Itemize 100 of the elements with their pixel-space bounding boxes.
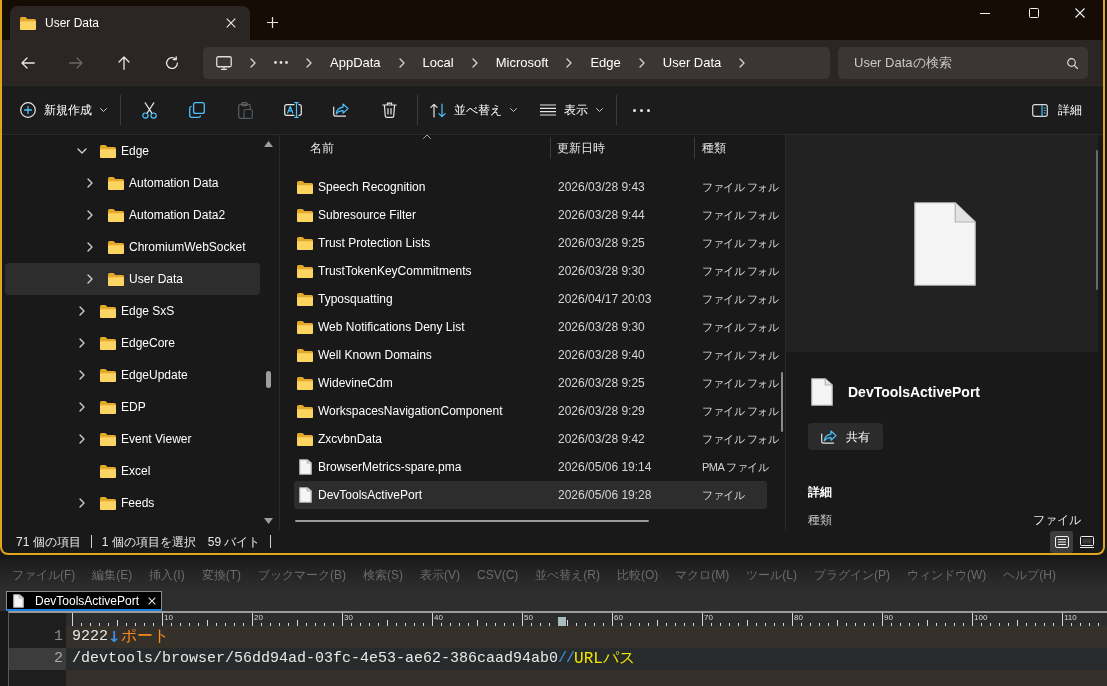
line-number: 2 [9, 648, 66, 670]
ruler-number: 60 [614, 613, 623, 622]
tree-item[interactable]: Event Viewer [74, 423, 192, 455]
chevron-right-icon[interactable] [79, 370, 85, 380]
chevron-right-icon[interactable] [306, 57, 312, 68]
chevron-right-icon[interactable] [79, 434, 85, 444]
folder-icon [20, 16, 36, 30]
close-icon[interactable] [1075, 8, 1085, 18]
chevron-right-icon[interactable] [638, 57, 645, 68]
file-name[interactable]: Well Known Domains [318, 346, 432, 364]
file-name[interactable]: WidevineCdm [318, 374, 393, 392]
close-icon[interactable] [226, 18, 236, 28]
rename-icon[interactable] [284, 102, 302, 118]
details-pane-button[interactable]: 詳細 [1024, 94, 1090, 126]
chevron-right-icon[interactable] [87, 274, 93, 284]
plus-icon[interactable] [267, 17, 278, 28]
folder-icon [100, 400, 116, 414]
folder-icon [100, 304, 116, 318]
chevron-down-icon[interactable] [77, 148, 87, 154]
share-button[interactable]: 共有 [808, 423, 883, 450]
column-header[interactable]: 更新日時 [551, 136, 695, 159]
share-icon[interactable] [821, 429, 837, 444]
scrollbar-thumb[interactable] [295, 520, 649, 522]
file-title: DevToolsActivePort [848, 382, 980, 402]
editor-tab[interactable]: DevToolsActivePort [6, 591, 163, 611]
chevron-right-icon[interactable] [471, 57, 478, 68]
file-name[interactable]: Web Notifications Deny List [318, 318, 465, 336]
chevron-right-icon[interactable] [87, 178, 93, 188]
chevron-right-icon[interactable] [566, 57, 573, 68]
breadcrumb-item[interactable]: AppData [330, 52, 381, 73]
view-button[interactable]: 表示 [532, 94, 612, 126]
file-type: ファイル フォル [702, 321, 779, 333]
file-name[interactable]: BrowserMetrics-spare.pma [318, 458, 462, 476]
chevron-right-icon[interactable] [79, 306, 85, 316]
tree-item[interactable]: EdgeCore [74, 327, 176, 359]
tree-item[interactable]: Excel [74, 455, 151, 487]
file-name[interactable]: Typosquatting [318, 290, 393, 308]
scroll-down-arrow-icon[interactable] [264, 518, 273, 524]
refresh-icon[interactable] [165, 55, 179, 70]
chevron-right-icon[interactable] [79, 498, 85, 508]
column-header[interactable]: 名前 [294, 136, 551, 159]
tree-item[interactable]: Edge SxS [74, 295, 175, 327]
ellipsis-icon[interactable] [274, 61, 288, 64]
sort-button[interactable]: 並べ替え [422, 94, 526, 126]
tree-item[interactable]: EdgeUpdate [74, 359, 188, 391]
chevron-right-icon[interactable] [250, 57, 256, 68]
scissors-icon[interactable] [141, 101, 157, 119]
share-icon[interactable] [333, 103, 349, 117]
chevron-right-icon[interactable] [87, 210, 93, 220]
tree-item[interactable]: ChromiumWebSocket [82, 231, 246, 263]
tree-item[interactable]: Edge [74, 135, 150, 167]
text-area[interactable]: 10 20 30 40 50 60 70 80 90 100 110 9222↓ポート /devtools/browser/56dd94ad-03fc-4e53-ae62-386caad94ab0//URLパス [66, 613, 1107, 686]
scroll-up-arrow-icon[interactable] [264, 141, 273, 147]
breadcrumb-item[interactable]: User Data [662, 52, 722, 73]
close-icon[interactable] [148, 596, 157, 605]
code-text: /devtools/browser/56dd94ad-03fc-4e53-ae62-386caad94ab0 [72, 649, 559, 669]
chevron-right-icon[interactable] [739, 57, 746, 68]
file-icon [298, 459, 312, 475]
column-header[interactable]: 種類 [695, 136, 765, 159]
maximize-icon[interactable] [1029, 8, 1039, 18]
more-icon[interactable] [632, 108, 650, 112]
tree-item[interactable]: User Data [5, 263, 260, 295]
copy-icon[interactable] [189, 102, 205, 118]
scrollbar-thumb[interactable] [266, 371, 271, 388]
file-name[interactable]: Speech Recognition [318, 178, 426, 196]
file-name[interactable]: Subresource Filter [318, 206, 417, 224]
file-name[interactable]: WorkspacesNavigationComponent [318, 402, 503, 420]
new-button[interactable]: 新規作成 [12, 94, 116, 126]
address-bar[interactable]: AppData Local Microsoft Edge User Data [203, 46, 830, 79]
scrollbar-thumb[interactable] [1096, 150, 1098, 290]
breadcrumb-item[interactable]: Microsoft [495, 52, 549, 73]
file-name[interactable]: TrustTokenKeyCommitments [318, 262, 472, 280]
chevron-right-icon[interactable] [87, 242, 93, 252]
file-name[interactable]: Trust Protection Lists [318, 234, 431, 252]
selected-file-row[interactable]: DevToolsActivePort 2026/05/06 19:28 ファイル [294, 481, 767, 509]
breadcrumb-item[interactable]: Edge [590, 52, 621, 73]
up-arrow-icon[interactable] [118, 55, 130, 70]
file-type: ファイル フォル [702, 181, 779, 193]
ruler-number: 20 [254, 613, 263, 622]
chevron-right-icon[interactable] [398, 57, 405, 68]
chevron-right-icon[interactable] [79, 338, 85, 348]
tree-item[interactable]: EDP [74, 391, 146, 423]
folder-icon [297, 348, 313, 362]
chevron-down-icon [510, 108, 517, 112]
window-tab[interactable]: User Data [10, 6, 250, 40]
trash-icon[interactable] [381, 102, 397, 118]
breadcrumb-item[interactable]: Local [422, 52, 454, 73]
date-modified: 2026/03/28 9:25 [558, 376, 645, 390]
file-name[interactable]: DevToolsActivePort [318, 486, 423, 504]
tree-item[interactable]: Automation Data2 [82, 199, 226, 231]
chevron-right-icon[interactable] [79, 402, 85, 412]
tree-item[interactable]: Feeds [74, 487, 155, 519]
monitor-icon[interactable] [216, 55, 232, 70]
back-arrow-icon[interactable] [21, 56, 35, 69]
search-field[interactable]: User Dataの検索 [838, 46, 1088, 79]
file-name[interactable]: ZxcvbnData [318, 430, 383, 448]
tree-item[interactable]: Automation Data [82, 167, 219, 199]
search-icon[interactable] [1067, 57, 1078, 69]
details-view-button[interactable] [1050, 530, 1073, 553]
scrollbar-thumb[interactable] [781, 372, 783, 432]
